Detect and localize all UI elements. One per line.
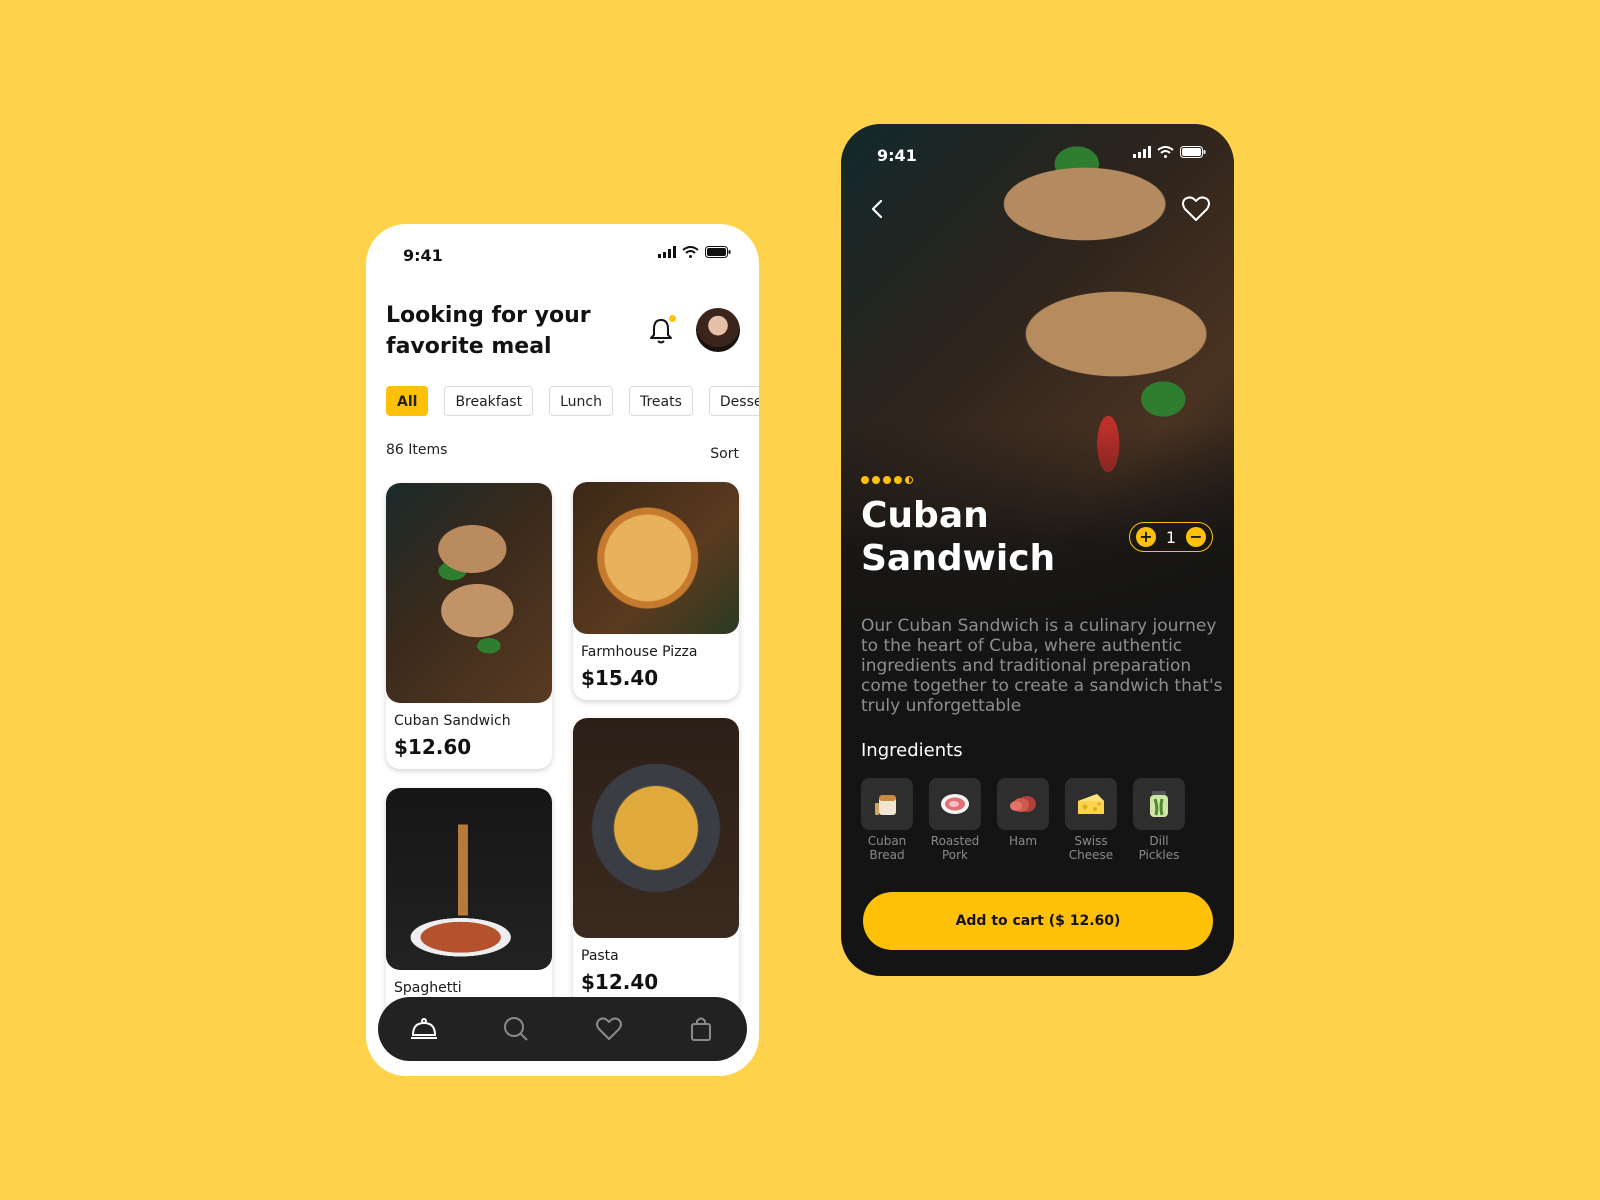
nav-home[interactable] <box>408 1013 440 1045</box>
status-icons <box>658 246 731 258</box>
item-count: 86 Items <box>386 442 448 458</box>
tab-desserts[interactable]: Desse <box>708 386 759 416</box>
detail-screen: 9:41 Cuban Sandwich + 1 − Our Cuban Sand… <box>841 124 1234 976</box>
notification-dot <box>669 315 676 322</box>
pickles-jar-icon <box>1150 791 1168 817</box>
product-image <box>386 483 552 703</box>
signal-icon <box>658 246 676 258</box>
ingredients-title: Ingredients <box>861 740 963 761</box>
shopping-bag-icon <box>690 1017 711 1041</box>
status-bar: 9:41 <box>841 124 1234 184</box>
category-tabs: All Breakfast Lunch Treats Desse <box>386 386 759 416</box>
increase-button[interactable]: + <box>1136 527 1156 547</box>
food-cloche-icon <box>411 1018 438 1039</box>
ingredient-tile <box>929 778 981 830</box>
product-card-farmhouse-pizza[interactable]: Farmhouse Pizza $15.40 <box>573 482 739 700</box>
product-image <box>573 482 739 634</box>
ingredient-tile <box>861 778 913 830</box>
status-icons <box>1133 146 1206 158</box>
tab-treats[interactable]: Treats <box>628 386 693 416</box>
ingredient-tile <box>1133 778 1185 830</box>
nav-search[interactable] <box>500 1013 532 1045</box>
rating-dot <box>894 476 902 484</box>
ingredient-label: Roasted Pork <box>930 834 980 862</box>
add-to-cart-button[interactable]: Add to cart ($ 12.60) <box>863 892 1213 950</box>
decrease-button[interactable]: − <box>1186 527 1206 547</box>
product-card-cuban-sandwich[interactable]: Cuban Sandwich $12.60 <box>386 483 552 769</box>
tab-lunch[interactable]: Lunch <box>549 386 613 416</box>
wifi-icon <box>682 246 699 258</box>
nav-cart[interactable] <box>685 1013 717 1045</box>
status-time: 9:41 <box>403 246 443 265</box>
ingredient-tile <box>1065 778 1117 830</box>
product-image <box>386 788 552 970</box>
rating-dot-half <box>905 476 913 484</box>
rating-dot <box>883 476 891 484</box>
ingredient-label: Cuban Bread <box>867 834 907 862</box>
dish-description: Our Cuban Sandwich is a culinary journey… <box>861 616 1223 716</box>
ingredient-swiss-cheese[interactable]: Swiss Cheese <box>1065 778 1117 862</box>
product-card-pasta[interactable]: Pasta $12.40 <box>573 718 739 1018</box>
product-name: Cuban Sandwich <box>394 713 511 729</box>
ingredient-cuban-bread[interactable]: Cuban Bread <box>861 778 913 862</box>
page-title: Looking for your favorite meal <box>386 303 591 359</box>
status-time: 9:41 <box>877 146 917 165</box>
status-bar: 9:41 <box>366 224 759 284</box>
rating-dot <box>872 476 880 484</box>
product-price: $12.60 <box>394 735 472 759</box>
quantity-stepper: + 1 − <box>1129 522 1213 552</box>
ingredient-dill-pickles[interactable]: Dill Pickles <box>1133 778 1185 862</box>
pork-icon <box>941 794 969 814</box>
bread-icon <box>875 795 896 815</box>
sort-button[interactable]: Sort <box>710 446 739 462</box>
rating-dot <box>861 476 869 484</box>
back-chevron-icon[interactable] <box>865 196 891 222</box>
heart-icon[interactable] <box>1181 194 1211 224</box>
product-price: $15.40 <box>581 666 659 690</box>
ingredient-tile <box>997 778 1049 830</box>
ingredient-label: Dill Pickles <box>1138 834 1180 862</box>
signal-icon <box>1133 146 1151 158</box>
wifi-icon <box>1157 146 1174 158</box>
tab-all[interactable]: All <box>386 386 429 416</box>
search-icon <box>504 1017 529 1041</box>
dish-title: Cuban Sandwich <box>861 495 1056 579</box>
product-name: Spaghetti <box>394 980 462 996</box>
product-name: Farmhouse Pizza <box>581 644 698 660</box>
ingredient-roasted-pork[interactable]: Roasted Pork <box>929 778 981 862</box>
ingredient-label: Ham <box>1008 834 1038 848</box>
heart-icon <box>595 1017 622 1040</box>
ham-icon <box>1010 796 1036 812</box>
battery-icon <box>1180 146 1206 158</box>
product-name: Pasta <box>581 948 619 964</box>
product-card-spaghetti[interactable]: Spaghetti <box>386 788 552 1018</box>
quantity-value: 1 <box>1165 527 1177 547</box>
tab-breakfast[interactable]: Breakfast <box>444 386 534 416</box>
ingredient-ham[interactable]: Ham <box>997 778 1049 862</box>
nav-favorites[interactable] <box>593 1013 625 1045</box>
ingredient-label: Swiss Cheese <box>1068 834 1114 862</box>
product-image <box>573 718 739 938</box>
rating-stars <box>861 476 913 484</box>
cheese-icon <box>1078 794 1104 814</box>
battery-icon <box>705 246 731 258</box>
home-screen: 9:41 Looking for your favorite meal All … <box>366 224 759 1076</box>
bottom-nav <box>378 997 747 1061</box>
ingredients-list: Cuban Bread Roasted Pork Ham Swiss Chees… <box>861 778 1185 862</box>
avatar[interactable] <box>696 308 740 352</box>
